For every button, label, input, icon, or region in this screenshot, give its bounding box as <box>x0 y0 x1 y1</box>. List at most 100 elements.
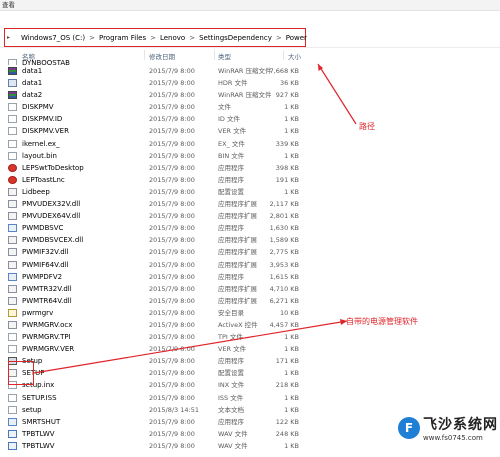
file-date: 2015/7/9 8:00 <box>149 381 195 390</box>
file-row[interactable]: PWRMGRV.ocx 2015/7/9 8:00 ActiveX 控件 4,457 … <box>0 319 500 331</box>
file-type: INX 文件 <box>218 381 245 390</box>
file-row[interactable]: DISKPMV.VER 2015/7/9 8:00 VER 文件 1 KB <box>0 125 500 137</box>
file-row[interactable]: LEPToastLnc 2015/7/9 8:00 应用程序 191 KB <box>0 174 500 186</box>
file-size: 191 KB <box>275 175 299 184</box>
document-icon <box>8 115 17 124</box>
file-name: PWMDBSVC <box>22 224 64 233</box>
file-row[interactable]: PWMTR64V.dll 2015/7/9 8:00 应用程序扩展 6,271 KB <box>0 295 500 307</box>
file-type: EX_ 文件 <box>218 139 245 148</box>
file-type: HDR 文件 <box>218 79 248 88</box>
breadcrumb-program-files[interactable]: Program Files <box>99 34 146 42</box>
file-row[interactable]: PWRMGRV.TPI 2015/7/9 8:00 TPI 文件 1 KB <box>0 331 500 343</box>
file-type: WinRAR 压缩文件 <box>218 67 272 75</box>
file-size: 1 KB <box>284 345 299 354</box>
file-size: 248 KB <box>275 429 299 438</box>
file-date: 2015/7/9 8:00 <box>149 67 195 75</box>
file-row[interactable]: ikernel.ex_ 2015/7/9 8:00 EX_ 文件 339 KB <box>0 138 500 150</box>
view-menu-label[interactable]: 查看 <box>2 0 15 10</box>
file-size: 2,775 KB <box>269 248 299 257</box>
file-date: 2015/7/9 8:00 <box>149 103 195 112</box>
window-top-bar: 查看 <box>0 0 500 11</box>
dll-file-icon <box>8 296 17 305</box>
file-row[interactable]: data2 2015/7/9 8:00 WinRAR 压缩文件 927 KB <box>0 89 500 101</box>
file-row[interactable]: data1 2015/7/9 8:00 HDR 文件 36 KB <box>0 77 500 89</box>
wav-file-icon <box>8 429 17 438</box>
file-row[interactable]: Setup 2015/7/9 8:00 应用程序 171 KB <box>0 355 500 367</box>
file-row[interactable]: PWMPDFV2 2015/7/9 8:00 应用程序 1,615 KB <box>0 271 500 283</box>
file-size: 398 KB <box>275 163 299 172</box>
file-name: data1 <box>22 79 43 88</box>
file-date: 2015/7/9 8:00 <box>149 200 195 209</box>
file-date: 2015/7/9 8:00 <box>149 308 195 317</box>
file-date: 2015/7/9 8:00 <box>149 163 195 172</box>
file-size: 1 KB <box>284 151 299 160</box>
file-size: 1 KB <box>284 115 299 124</box>
document-icon <box>8 345 17 354</box>
address-bar[interactable]: ▸ Windows7_OS (C:) > Program Files > Len… <box>0 26 500 48</box>
breadcrumb-drive[interactable]: Windows7_OS (C:) <box>21 34 85 42</box>
file-row[interactable]: layout.bin 2015/7/9 8:00 BIN 文件 1 KB <box>0 150 500 162</box>
watermark-url: www.fs0745.com <box>423 434 483 442</box>
breadcrumb-lenovo[interactable]: Lenovo <box>160 34 185 42</box>
file-size: 1 KB <box>284 103 299 112</box>
document-icon <box>8 151 17 160</box>
file-size: 1 KB <box>284 369 299 378</box>
hdr-file-icon <box>8 79 17 88</box>
file-size: 218 KB <box>275 381 299 390</box>
file-row[interactable]: Lidbeep 2015/7/9 8:00 配置设置 1 KB <box>0 186 500 198</box>
file-row[interactable]: SETUP 2015/7/9 8:00 配置设置 1 KB <box>0 367 500 379</box>
file-row[interactable]: PWMDBSVCEX.dll 2015/7/9 8:00 应用程序扩展 1,589 K… <box>0 234 500 246</box>
address-highlight-box: ▸ Windows7_OS (C:) > Program Files > Len… <box>4 28 307 47</box>
file-row[interactable]: setup.inx 2015/7/9 8:00 INX 文件 218 KB <box>0 379 500 391</box>
file-name: DISKPMV.VER <box>22 127 69 136</box>
file-size: 2,801 KB <box>269 212 299 221</box>
file-row[interactable]: data1 2015/7/9 8:00 WinRAR 压缩文件 7,668 KB <box>0 65 500 77</box>
file-row[interactable]: PWMIF64V.dll 2015/7/9 8:00 应用程序扩展 3,953 KB <box>0 259 500 271</box>
file-type: WinRAR 压缩文件 <box>218 91 272 100</box>
file-date: 2015/7/9 8:00 <box>149 139 195 148</box>
file-row[interactable]: PMVUDEX64V.dll 2015/7/9 8:00 应用程序扩展 2,801 K… <box>0 210 500 222</box>
file-date: 2015/7/9 8:00 <box>149 333 195 342</box>
file-type: 应用程序扩展 <box>218 200 257 209</box>
file-date: 2015/7/9 8:00 <box>149 212 195 221</box>
dll-file-icon <box>8 200 17 209</box>
file-size: 36 KB <box>279 79 299 88</box>
file-date: 2015/8/3 14:51 <box>149 405 199 414</box>
file-type: 应用程序 <box>218 417 244 426</box>
chevron-right-icon[interactable]: ▸ <box>7 34 10 41</box>
file-row[interactable]: PWMIF32V.dll 2015/7/9 8:00 应用程序扩展 2,775 KB <box>0 246 500 258</box>
file-row[interactable]: pwrmgrv 2015/7/9 8:00 安全目录 10 KB <box>0 307 500 319</box>
file-type: 应用程序 <box>218 175 244 184</box>
file-name: setup <box>22 405 42 414</box>
file-name: LEPToastLnc <box>22 175 65 184</box>
file-row[interactable]: SETUP.ISS 2015/7/9 8:00 ISS 文件 1 KB <box>0 392 500 404</box>
site-watermark: F 飞沙系统网 www.fs0745.com <box>398 412 498 452</box>
file-type: VER 文件 <box>218 127 247 136</box>
file-date: 2015/7/9 8:00 <box>149 151 195 160</box>
file-name: TPBTLWV <box>22 429 55 438</box>
file-name: PWRMGRV.ocx <box>22 320 73 329</box>
rar-archive-icon <box>8 91 17 100</box>
file-row[interactable]: PWMTR32V.dll 2015/7/9 8:00 应用程序扩展 4,710 KB <box>0 283 500 295</box>
dll-file-icon <box>8 212 17 221</box>
file-row[interactable]: DISKPMV.ID 2015/7/9 8:00 ID 文件 1 KB <box>0 113 500 125</box>
file-row[interactable]: PMVUDEX32V.dll 2015/7/9 8:00 应用程序扩展 2,117 K… <box>0 198 500 210</box>
file-date: 2015/7/9 8:00 <box>149 272 195 281</box>
file-date: 2015/7/9 8:00 <box>149 284 195 293</box>
file-size: 10 KB <box>279 308 299 317</box>
breadcrumb-settings-dependency[interactable]: SettingsDependency <box>199 34 272 42</box>
breadcrumb-separator[interactable]: > <box>276 34 282 42</box>
file-row[interactable]: LEPSwtToDesktop 2015/7/9 8:00 应用程序 398 KB <box>0 162 500 174</box>
file-row[interactable]: DYNBOOSTAB <box>0 57 500 65</box>
breadcrumb-separator[interactable]: > <box>189 34 195 42</box>
file-row[interactable]: DISKPMV 2015/7/9 8:00 文件 1 KB <box>0 101 500 113</box>
lenovo-app-icon <box>8 175 17 184</box>
file-name: PWMTR32V.dll <box>22 284 72 293</box>
file-date: 2015/7/9 8:00 <box>149 248 195 257</box>
file-row[interactable]: PWRMGRV.VER 2015/7/9 8:00 VER 文件 1 KB <box>0 343 500 355</box>
breadcrumb-separator[interactable]: > <box>89 34 95 42</box>
breadcrumb-power[interactable]: Power <box>286 34 307 42</box>
breadcrumb-separator[interactable]: > <box>150 34 156 42</box>
lenovo-app-icon <box>8 163 17 172</box>
file-row[interactable]: PWMDBSVC 2015/7/9 8:00 应用程序 1,630 KB <box>0 222 500 234</box>
